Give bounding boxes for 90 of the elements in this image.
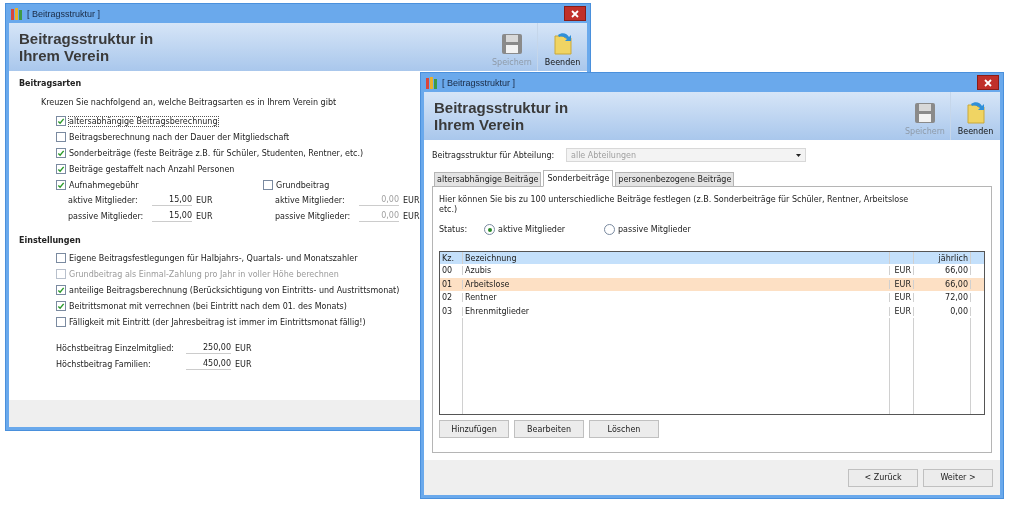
section-heading: Einstellungen (19, 236, 81, 245)
close-icon (984, 78, 992, 87)
dialog-heading: Beitragsstruktur in Ihrem Verein (433, 98, 569, 135)
amount-field[interactable]: 250,00 (186, 342, 231, 354)
table-cell: 66,00 (914, 279, 971, 289)
table-row[interactable]: 02 Rentner EUR 72,00 (440, 291, 984, 305)
field-label: Höchstbeitrag Einzelmitglied: (56, 343, 175, 353)
dialog-heading: Beitragsstruktur in Ihrem Verein (18, 29, 154, 66)
navigation-button[interactable]: < Zurück (848, 468, 918, 487)
column-header: jährlich (914, 252, 971, 264)
checkbox-label[interactable]: anteilige Beitragsberechnung (Berücksichtigung von Eintritts- und Austrittsmonat) (69, 285, 400, 295)
table-action-button[interactable]: Löschen (589, 420, 659, 438)
currency-label: EUR (235, 343, 252, 353)
books-icon (426, 76, 438, 89)
close-button[interactable] (564, 6, 586, 21)
table-cell: 00 (440, 266, 463, 276)
checkbox-label[interactable]: Eigene Beitragsfestlegungen für Halbjahrs-, Quartals- und Monatszahler (69, 253, 358, 263)
dropdown-caret-icon (796, 153, 801, 157)
radio-label[interactable]: passive Mitglieder (618, 225, 691, 234)
column-header: Bezeichnung (463, 252, 890, 264)
radio-label[interactable]: aktive Mitglieder (498, 225, 566, 234)
currency-label: EUR (196, 195, 213, 205)
checkbox-label[interactable]: altersabhängige Beitragsberechnung (69, 116, 218, 126)
checkbox[interactable] (56, 253, 66, 263)
checkbox-label[interactable]: Beitrittsmonat mit verrechnen (bei Eintritt nach dem 01. des Monats) (69, 301, 347, 311)
checkbox[interactable] (56, 317, 66, 327)
floppy-icon (914, 102, 936, 124)
status-label: Status: (439, 225, 469, 234)
checkbox[interactable] (56, 180, 66, 190)
column-header: Kz. (440, 252, 463, 264)
amount-field[interactable]: 15,00 (152, 210, 192, 222)
books-icon (11, 7, 23, 20)
tab[interactable]: Sonderbeiträge (543, 170, 614, 187)
description-text: Hier können Sie bis zu 100 unterschiedliche Beiträge festlegen (z.B. Sonderbeiträge für Schüler, Rentner, Arbeitslose etc.) (439, 195, 909, 215)
checkbox-label[interactable]: Beitragsberechnung nach der Dauer der Mitgliedschaft (69, 132, 290, 142)
field-label: passive Mitglieder: (68, 211, 145, 221)
tab[interactable]: personenbezogene Beiträge (615, 172, 735, 187)
table-cell: 0,00 (914, 306, 971, 316)
table-row[interactable]: 00 Azubis EUR 66,00 (440, 264, 984, 278)
table-cell: 72,00 (914, 293, 971, 303)
checkbox[interactable] (263, 180, 273, 190)
field-label: Beitragsstruktur für Abteilung: (432, 150, 556, 160)
section-heading: Beitragsarten (19, 79, 82, 88)
checkbox-label[interactable]: Grundbeitrag (276, 180, 330, 190)
currency-label: EUR (403, 195, 420, 205)
table-cell: EUR (890, 306, 914, 316)
folder-arrow-icon (964, 100, 987, 124)
checkbox[interactable] (56, 132, 66, 142)
currency-label: EUR (196, 211, 213, 221)
navigation-button[interactable]: Weiter > (923, 468, 993, 487)
table-row[interactable]: 03 Ehrenmitglieder EUR 0,00 (440, 304, 984, 318)
checkbox-label[interactable]: Sonderbeiträge (feste Beiträge z.B. für Schüler, Studenten, Rentner, etc.) (69, 148, 364, 158)
checkbox-label[interactable]: Aufnahmegebühr (69, 180, 139, 190)
field-label: passive Mitglieder: (275, 211, 352, 221)
table-cell: Arbeitslose (463, 279, 890, 289)
checkbox[interactable] (56, 285, 66, 295)
currency-label: EUR (235, 359, 252, 369)
currency-label: EUR (403, 211, 420, 221)
table-action-button[interactable]: Bearbeiten (514, 420, 584, 438)
field-label: Höchstbeitrag Familien: (56, 359, 152, 369)
table-cell: 66,00 (914, 266, 971, 276)
tab[interactable]: altersabhängige Beiträge (434, 172, 542, 187)
table-row[interactable]: 01 Arbeitslose EUR 66,00 (440, 277, 984, 291)
table-cell: 03 (440, 306, 463, 316)
checkbox[interactable] (56, 301, 66, 311)
field-label: aktive Mitglieder: (68, 195, 139, 205)
close-button[interactable] (977, 75, 999, 90)
instruction-text: Kreuzen Sie nachfolgend an, welche Beitragsarten es in Ihrem Verein gibt (41, 98, 337, 107)
window-title: [ Beitragsstruktur ] (27, 8, 101, 19)
table-cell: 02 (440, 293, 463, 303)
field-label: aktive Mitglieder: (275, 195, 346, 205)
table-cell: 01 (440, 279, 463, 289)
floppy-icon (501, 33, 523, 55)
checkbox-label[interactable]: Fälligkeit mit Eintritt (der Jahresbeitrag ist immer im Eintrittsmonat fällig!) (69, 317, 366, 327)
close-icon (571, 9, 579, 18)
amount-field[interactable]: 15,00 (152, 194, 192, 206)
folder-arrow-icon (551, 31, 574, 55)
checkbox[interactable] (56, 148, 66, 158)
table-cell: Ehrenmitglieder (463, 306, 890, 316)
checkbox[interactable] (56, 116, 66, 126)
window-title: [ Beitragsstruktur ] (442, 77, 516, 88)
table-cell: EUR (890, 279, 914, 289)
checkbox-label[interactable]: Beiträge gestaffelt nach Anzahl Personen (69, 164, 235, 174)
table-cell: EUR (890, 266, 914, 276)
amount-field[interactable]: 450,00 (186, 358, 231, 370)
table-cell: EUR (890, 293, 914, 303)
checkbox[interactable] (56, 164, 66, 174)
table-cell: Azubis (463, 266, 890, 276)
table-cell: Rentner (463, 293, 890, 303)
table-action-button[interactable]: Hinzufügen (439, 420, 509, 438)
